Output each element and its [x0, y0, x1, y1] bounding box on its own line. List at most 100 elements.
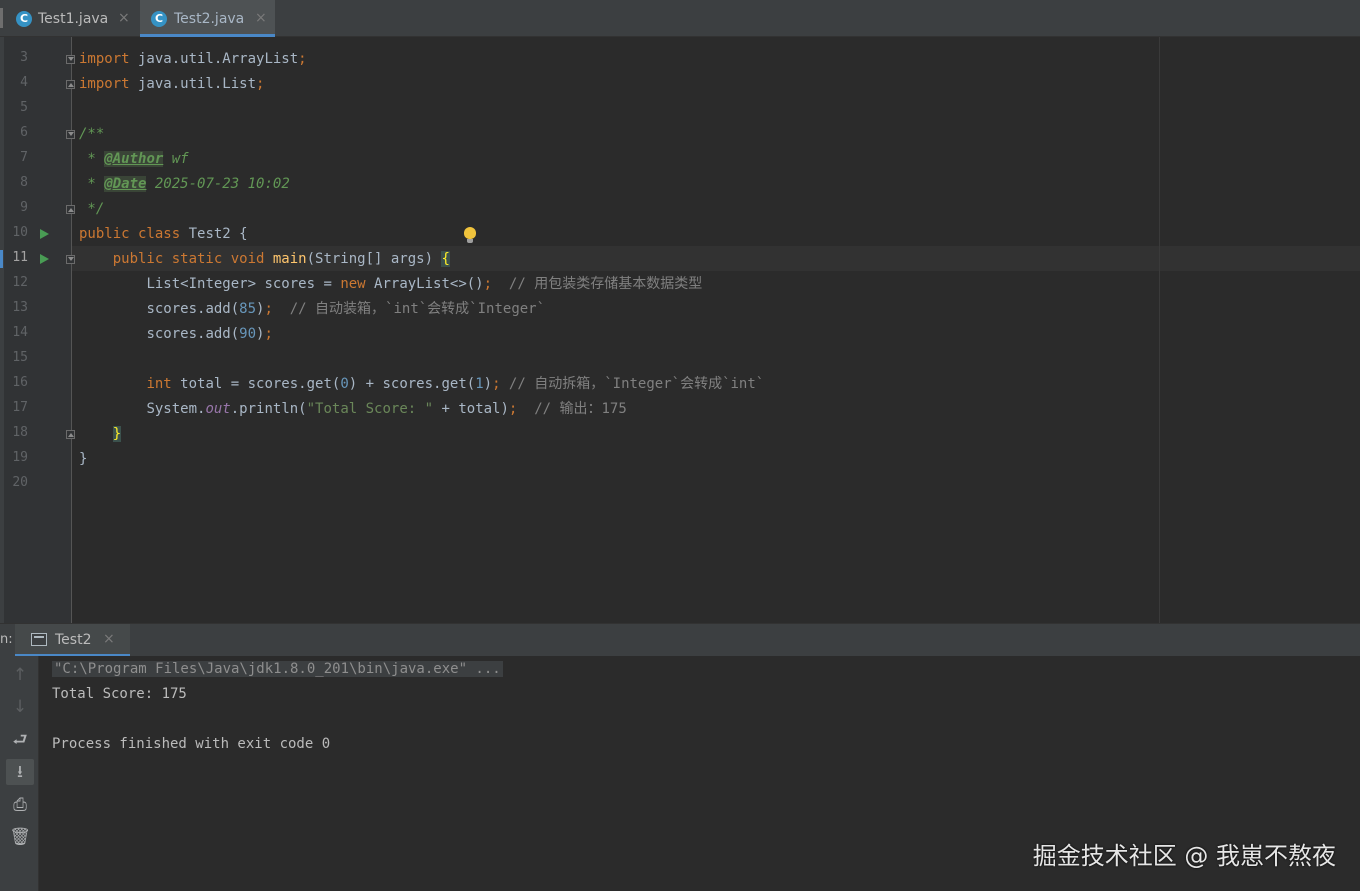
semicolon: ; [483, 276, 493, 292]
fold-icon[interactable] [66, 55, 75, 64]
down-arrow-icon[interactable]: ↓ [6, 694, 34, 720]
close-icon[interactable]: × [255, 10, 267, 26]
number-literal: 1 [475, 376, 484, 392]
method-name: main [272, 251, 307, 267]
java-class-icon: C [151, 11, 167, 27]
code-text: List<Integer> scores = [146, 276, 341, 292]
code-text: Test2 { [180, 226, 248, 242]
code-line-9: */ [79, 201, 105, 217]
line-comment: // 用包装类存储基本数据类型 [492, 276, 703, 292]
tab-test2-java[interactable]: C Test2.java × [140, 0, 275, 37]
line-number: 19 [12, 450, 28, 465]
tab-test1-java[interactable]: C Test1.java × [16, 0, 136, 37]
code-text: java.util.List [129, 76, 257, 92]
semicolon: ; [298, 51, 307, 67]
line-number: 3 [20, 50, 28, 65]
code-line-17: System.out.println("Total Score: " + tot… [79, 399, 627, 419]
tab-label: Test2.java [174, 11, 245, 27]
console-line: "C:\Program Files\Java\jdk1.8.0_201\bin\… [52, 659, 503, 679]
code-text: scores.add( [146, 301, 240, 317]
line-number-current: 11 [12, 250, 28, 265]
up-arrow-icon[interactable]: ↑ [6, 662, 34, 688]
fold-icon[interactable] [66, 80, 75, 89]
line-comment: // 输出：175 [517, 401, 627, 417]
run-tab-test2[interactable]: Test2 × [15, 624, 130, 657]
soft-wrap-icon[interactable]: ⮐ [6, 727, 34, 753]
line-number: 20 [12, 475, 28, 490]
run-window-title: n: [0, 632, 13, 647]
semicolon: ; [256, 76, 265, 92]
code-line-10: public class Test2 { [79, 224, 248, 244]
line-number: 14 [12, 325, 28, 340]
code-line-6: /** [79, 126, 105, 142]
right-margin-guide [1159, 37, 1160, 623]
close-icon[interactable]: × [103, 631, 115, 647]
line-number: 10 [12, 225, 28, 240]
fold-icon[interactable] [66, 130, 75, 139]
line-number: 8 [20, 175, 28, 190]
line-number: 16 [12, 375, 28, 390]
tab-bar-edge [0, 8, 3, 28]
gutter-edge [0, 37, 4, 623]
keyword: public class [79, 226, 181, 242]
line-number: 17 [12, 400, 28, 415]
console-command[interactable]: "C:\Program Files\Java\jdk1.8.0_201\bin\… [52, 661, 503, 677]
line-number: 4 [20, 75, 28, 90]
code-line-4: import java.util.List; [79, 74, 264, 94]
line-comment: // 自动装箱，`int`会转成`Integer` [272, 301, 546, 317]
print-icon[interactable]: ⎙ [6, 792, 34, 818]
matched-brace: } [112, 426, 122, 442]
watermark: 掘金技术社区 @ 我崽不熬夜 [1032, 842, 1336, 870]
semicolon: ; [264, 326, 273, 342]
code-line-3: import java.util.ArrayList; [79, 49, 307, 69]
code-line-11: public static void main(String[] args) { [79, 249, 450, 269]
static-field: out [205, 401, 231, 417]
code-line-16: int total = scores.get(0) + scores.get(1… [79, 374, 764, 394]
intention-bulb-icon[interactable] [464, 227, 476, 243]
doc-text: 2025-07-23 10:02 [146, 176, 290, 192]
java-class-icon: C [16, 11, 32, 27]
keyword: new [340, 276, 366, 292]
tab-label: Test1.java [38, 11, 109, 27]
code-line-8: * @Date 2025-07-23 10:02 [79, 174, 290, 194]
console-output-line: Total Score: 175 [52, 686, 187, 702]
close-icon[interactable]: × [118, 10, 130, 26]
console-icon [31, 633, 47, 646]
keyword: public static void [112, 251, 265, 267]
run-tab-label: Test2 [55, 632, 92, 648]
line-gutter[interactable]: 3 4 5 6 7 8 9 10 11 12 13 14 15 16 17 18… [0, 37, 75, 623]
code-text: (String[] args) [306, 251, 442, 267]
line-comment: // 自动拆箱，`Integer`会转成`int` [500, 376, 765, 392]
number-literal: 90 [239, 326, 257, 342]
keyword: int [146, 376, 172, 392]
line-number: 12 [12, 275, 28, 290]
keyword: import [79, 51, 130, 67]
line-number: 13 [12, 300, 28, 315]
trash-icon[interactable]: 🗑 [6, 824, 34, 850]
semicolon: ; [492, 376, 501, 392]
code-text: total = scores.get( [171, 376, 341, 392]
run-class-icon[interactable] [40, 229, 49, 239]
code-editor[interactable]: 3 4 5 6 7 8 9 10 11 12 13 14 15 16 17 18… [0, 37, 1360, 623]
line-number: 18 [12, 425, 28, 440]
keyword: import [79, 76, 130, 92]
run-main-icon[interactable] [40, 254, 49, 264]
string-literal: "Total Score: " [306, 401, 434, 417]
change-marker [0, 250, 3, 268]
console-exit-line: Process finished with exit code 0 [52, 736, 331, 752]
code-line-14: scores.add(90); [79, 324, 273, 344]
code-text: .println( [230, 401, 307, 417]
code-text: System. [146, 401, 206, 417]
fold-icon[interactable] [66, 430, 75, 439]
number-literal: 85 [239, 301, 257, 317]
fold-icon[interactable] [66, 205, 75, 214]
code-line-13: scores.add(85); // 自动装箱，`int`会转成`Integer… [79, 299, 545, 319]
semicolon: ; [264, 301, 273, 317]
code-text: java.util.ArrayList [129, 51, 299, 67]
run-tool-window-header: n: Test2 × [0, 623, 1360, 657]
doc-text: * [79, 151, 105, 167]
scroll-to-end-icon[interactable]: ⭳ [6, 759, 34, 785]
code-text: ) + scores.get( [348, 376, 476, 392]
editor-tab-bar: C Test1.java × C Test2.java × [0, 0, 1360, 37]
fold-icon[interactable] [66, 255, 75, 264]
